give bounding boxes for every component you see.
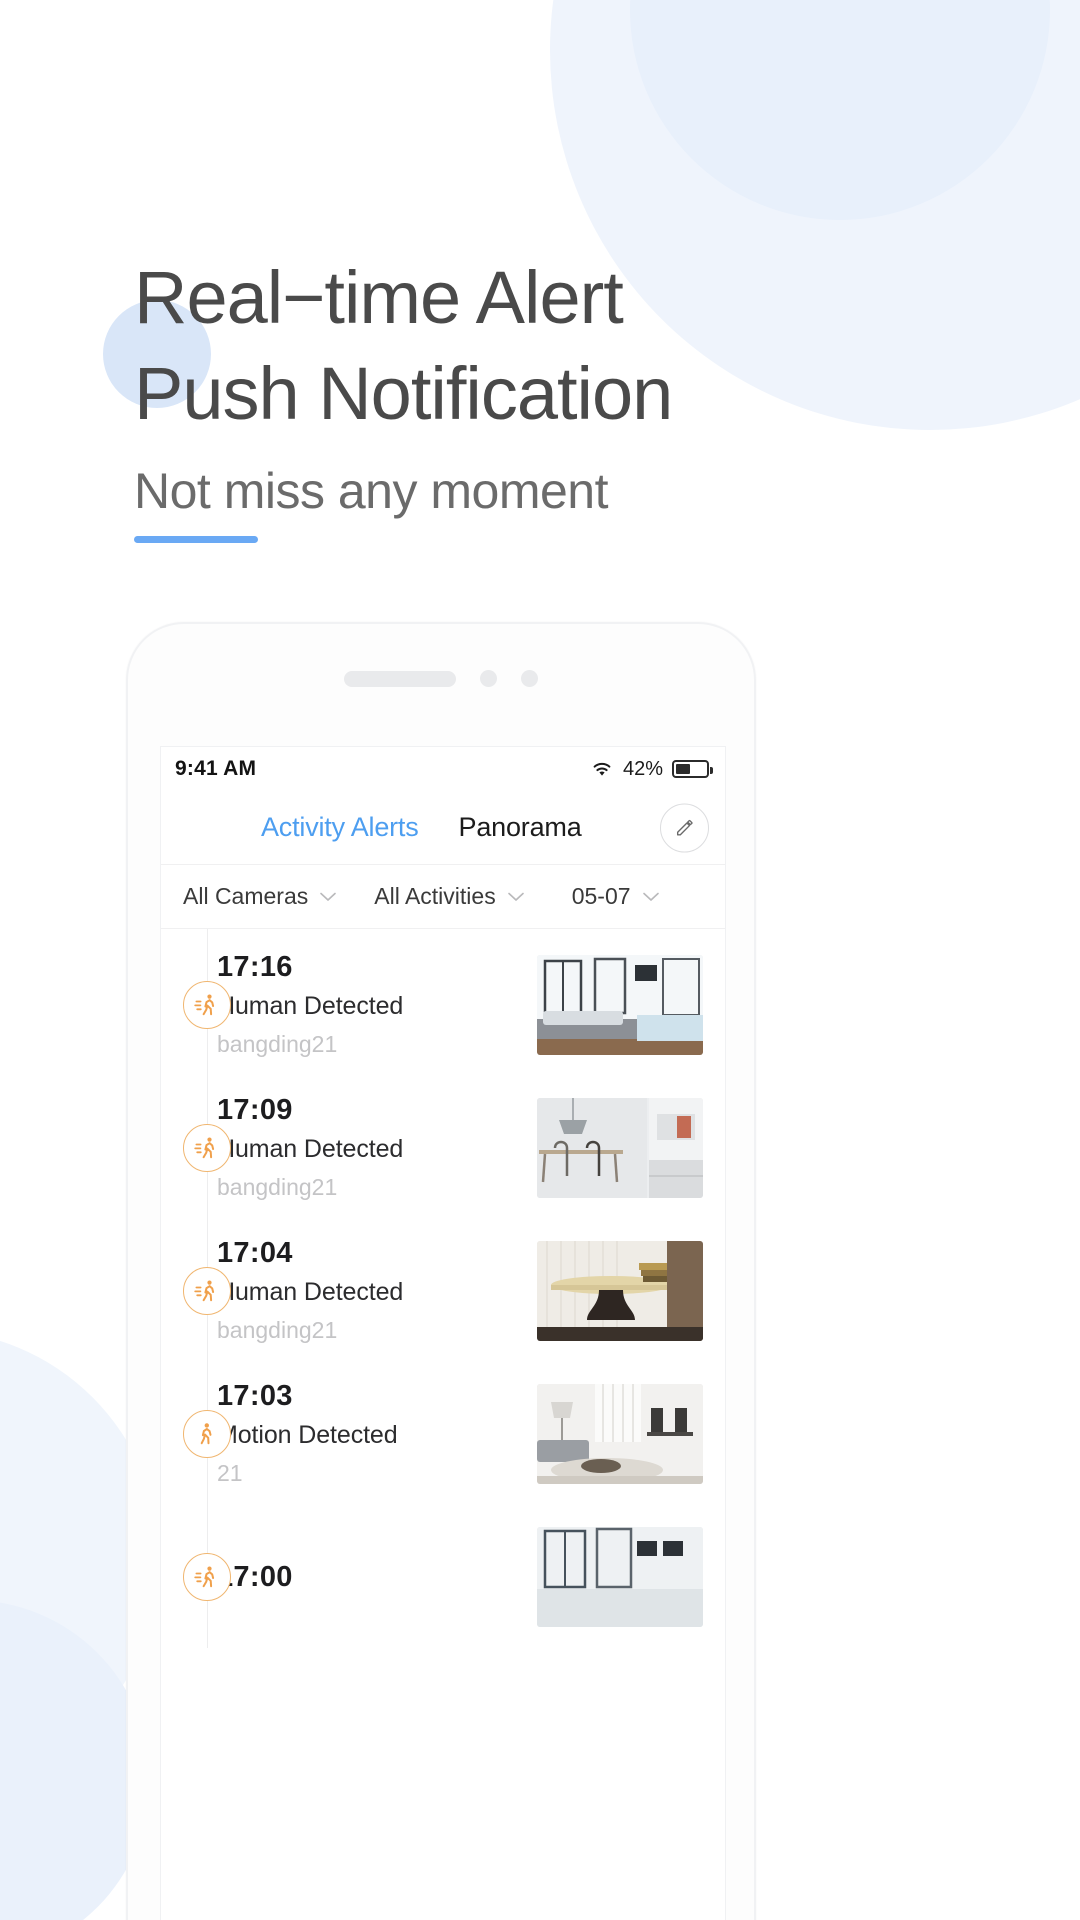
- lounge-thumbnail-image: [537, 1383, 703, 1484]
- event-text: 17:09 Human Detected bangding21: [217, 1091, 537, 1205]
- filter-all-activities[interactable]: All Activities: [374, 883, 524, 910]
- status-time: 9:41 AM: [175, 757, 257, 780]
- battery-percent: 42%: [622, 757, 663, 780]
- event-thumbnail[interactable]: [537, 1383, 703, 1484]
- event-thumbnail[interactable]: [537, 954, 703, 1055]
- filter-label: All Activities: [374, 883, 496, 909]
- filter-bar: All Cameras All Activities 05-07: [161, 865, 725, 929]
- page-title-line2: Push Notification: [134, 352, 673, 435]
- list-item[interactable]: 17:16 Human Detected bangding21: [161, 933, 725, 1076]
- event-text: 17:04 Human Detected bangding21: [217, 1234, 537, 1348]
- phone-notch: [128, 670, 754, 687]
- event-text: 17:16 Human Detected bangding21: [217, 948, 537, 1062]
- page-subtitle: Not miss any moment: [134, 463, 608, 519]
- phone-screen: 9:41 AM 42% Activity Alerts Panorama All…: [160, 746, 726, 1920]
- round-table-thumbnail-image: [537, 1240, 703, 1341]
- status-bar: 9:41 AM 42%: [161, 747, 725, 791]
- promo-page: Real−time Alert Push Notification Not mi…: [0, 0, 1080, 1920]
- accent-underline: [134, 536, 258, 543]
- event-time: 17:04: [217, 1236, 293, 1269]
- event-camera: 21: [217, 1459, 243, 1486]
- phone-sensor-icon: [480, 670, 497, 687]
- event-time: 17:03: [217, 1379, 293, 1412]
- event-camera: bangding21: [217, 1030, 338, 1057]
- dining-room-thumbnail-image: [537, 1097, 703, 1198]
- event-title: Human Detected: [217, 1277, 404, 1306]
- living-room-thumbnail-image: [537, 954, 703, 1055]
- chevron-down-icon: [642, 892, 659, 901]
- event-time: 17:16: [217, 950, 293, 983]
- list-item[interactable]: 17:09 Human Detected bangding21: [161, 1076, 725, 1219]
- event-text: 17:00: [217, 1558, 537, 1596]
- human-detected-icon: [183, 1123, 231, 1172]
- list-item[interactable]: 17:00: [161, 1505, 725, 1648]
- phone-camera-icon: [521, 670, 538, 687]
- filter-all-cameras[interactable]: All Cameras: [183, 883, 337, 910]
- human-detected-icon: [183, 1552, 231, 1601]
- event-camera: bangding21: [217, 1173, 338, 1200]
- pencil-icon: [676, 819, 693, 836]
- loft-thumbnail-image: [537, 1526, 703, 1627]
- motion-detected-icon: [183, 1409, 231, 1458]
- event-thumbnail[interactable]: [537, 1240, 703, 1341]
- page-title-line1: Real−time Alert: [134, 256, 624, 339]
- hero-block: Real−time Alert Push Notification Not mi…: [134, 250, 994, 543]
- edit-button[interactable]: [660, 803, 709, 852]
- event-thumbnail[interactable]: [537, 1097, 703, 1198]
- tab-activity-alerts[interactable]: Activity Alerts: [261, 812, 419, 843]
- event-text: 17:03 Motion Detected 21: [217, 1377, 537, 1491]
- event-camera: bangding21: [217, 1316, 338, 1343]
- status-indicators: 42%: [590, 757, 713, 781]
- event-thumbnail[interactable]: [537, 1526, 703, 1627]
- battery-icon: [672, 760, 713, 778]
- list-item[interactable]: 17:03 Motion Detected 21: [161, 1362, 725, 1505]
- event-title: Human Detected: [217, 1134, 404, 1163]
- phone-mockup: 9:41 AM 42% Activity Alerts Panorama All…: [126, 622, 756, 1920]
- list-item[interactable]: 17:04 Human Detected bangding21: [161, 1219, 725, 1362]
- event-time: 17:00: [217, 1560, 293, 1593]
- wifi-icon: [593, 762, 611, 776]
- event-title: Human Detected: [217, 991, 404, 1020]
- filter-label: 05-07: [571, 883, 631, 909]
- event-time: 17:09: [217, 1093, 293, 1126]
- tab-bar: Activity Alerts Panorama: [161, 791, 725, 865]
- filter-date[interactable]: 05-07: [572, 883, 659, 910]
- phone-speaker: [344, 670, 456, 687]
- filter-label: All Cameras: [183, 883, 309, 909]
- chevron-down-icon: [507, 892, 524, 901]
- chevron-down-icon: [320, 892, 337, 901]
- tab-panorama[interactable]: Panorama: [459, 812, 582, 843]
- human-detected-icon: [183, 1266, 231, 1315]
- activity-list: 17:16 Human Detected bangding21 17:09 Hu…: [161, 929, 725, 1648]
- human-detected-icon: [183, 980, 231, 1029]
- event-title: Motion Detected: [217, 1420, 398, 1449]
